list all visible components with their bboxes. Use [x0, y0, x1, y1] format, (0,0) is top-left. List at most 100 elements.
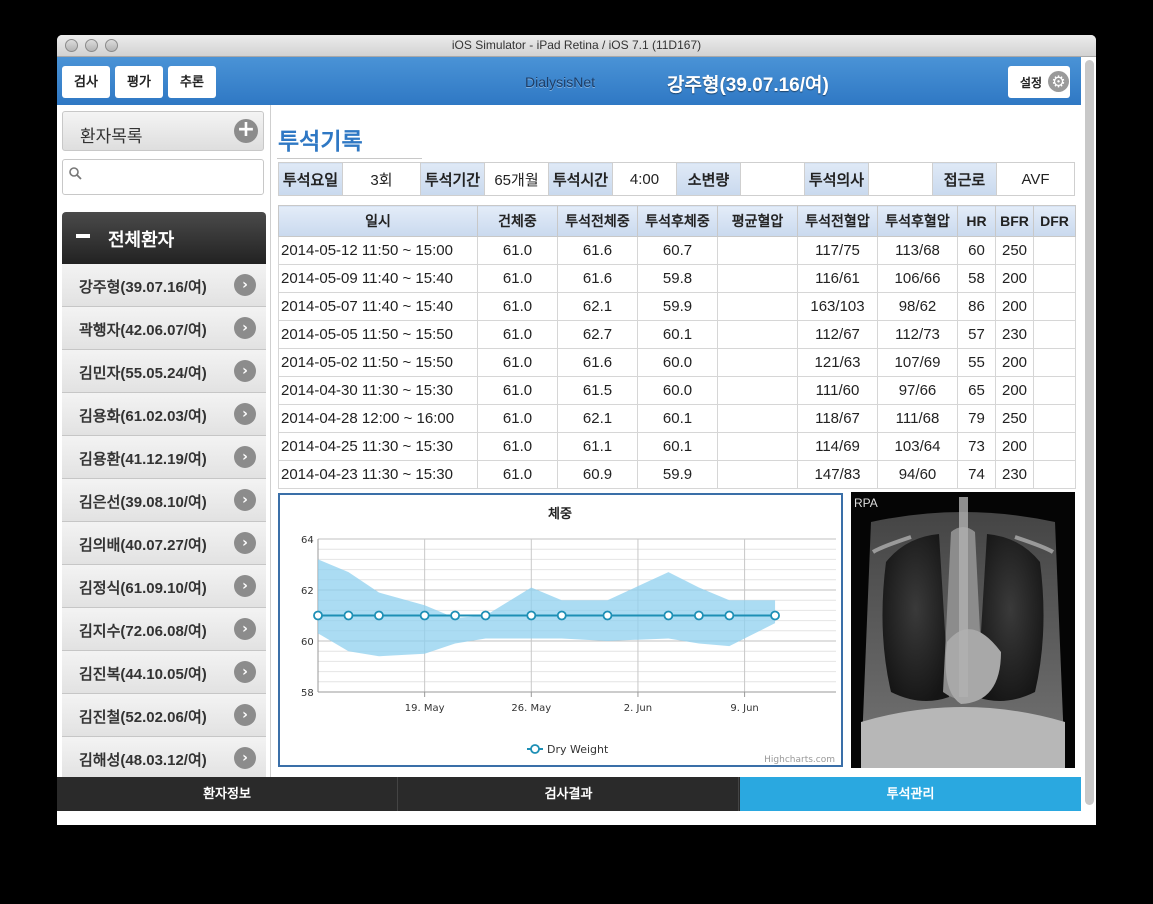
- patient-list-item[interactable]: 김진복(44.10.05/여) ›: [62, 651, 266, 694]
- tab-dialysis-management[interactable]: 투석관리: [740, 777, 1081, 811]
- table-cell: 94/60: [877, 460, 958, 489]
- chevron-right-icon[interactable]: ›: [234, 403, 256, 425]
- patient-name: 곽행자(42.06.07/여): [79, 322, 207, 339]
- add-patient-icon[interactable]: +: [234, 119, 258, 143]
- patient-list-item[interactable]: 김진철(52.02.06/여) ›: [62, 694, 266, 737]
- column-header[interactable]: HR: [957, 205, 996, 237]
- column-header[interactable]: BFR: [995, 205, 1034, 237]
- column-header[interactable]: 투석후혈압: [877, 205, 958, 237]
- patient-list: 강주형(39.07.16/여) › 곽행자(42.06.07/여) › 김민자(55.0…: [62, 264, 266, 777]
- column-header[interactable]: 투석전체중: [557, 205, 638, 237]
- patient-list-item[interactable]: 김용화(61.02.03/여) ›: [62, 393, 266, 436]
- table-cell: 61.0: [477, 376, 558, 405]
- table-row[interactable]: 2014-05-12 11:50 ~ 15:00 61.0 61.6 60.7 117/…: [278, 236, 1076, 265]
- dry-weight-point: [374, 610, 384, 621]
- tab-patient-info[interactable]: 환자정보: [57, 777, 398, 811]
- chevron-right-icon[interactable]: ›: [234, 489, 256, 511]
- patient-list-item[interactable]: 김용환(41.12.19/여) ›: [62, 436, 266, 479]
- chevron-right-icon[interactable]: ›: [234, 747, 256, 769]
- window-title: iOS Simulator - iPad Retina / iOS 7.1 (1…: [451, 38, 702, 52]
- search-icon: [69, 167, 82, 184]
- patient-list-item[interactable]: 김은선(39.08.10/여) ›: [62, 479, 266, 522]
- summary-key: 투석의사: [804, 162, 869, 196]
- evaluation-button[interactable]: 평가: [115, 66, 163, 98]
- summary-value: AVF: [996, 162, 1075, 196]
- table-row[interactable]: 2014-05-02 11:50 ~ 15:50 61.0 61.6 60.0 121/…: [278, 348, 1076, 377]
- table-cell: 118/67: [797, 404, 878, 433]
- patient-name: 강주형(39.07.16/여): [79, 279, 207, 296]
- table-cell: 60.7: [637, 236, 718, 265]
- summary-key: 투석기간: [420, 162, 485, 196]
- patient-search-input[interactable]: [89, 166, 259, 188]
- table-cell: 2014-04-23 11:30 ~ 15:30: [278, 460, 478, 489]
- patient-list-item[interactable]: 김해성(48.03.12/여) ›: [62, 737, 266, 777]
- dry-weight-point: [556, 610, 567, 621]
- chevron-right-icon[interactable]: ›: [234, 532, 256, 554]
- table-row[interactable]: 2014-04-23 11:30 ~ 15:30 61.0 60.9 59.9 147/…: [278, 460, 1076, 489]
- table-cell: 60.1: [637, 404, 718, 433]
- column-header[interactable]: 투석후체중: [637, 205, 718, 237]
- dry-weight-point: [663, 610, 674, 621]
- chevron-right-icon[interactable]: ›: [234, 274, 256, 296]
- patient-name: 김용화(61.02.03/여): [79, 408, 207, 425]
- column-header[interactable]: 일시: [278, 205, 478, 237]
- chevron-right-icon[interactable]: ›: [234, 575, 256, 597]
- patient-name: 김용환(41.12.19/여): [79, 451, 207, 468]
- table-row[interactable]: 2014-04-30 11:30 ~ 15:30 61.0 61.5 60.0 111/…: [278, 376, 1076, 405]
- tab-exam-results[interactable]: 검사결과: [399, 777, 739, 811]
- settings-button[interactable]: 설정 ⚙: [1008, 66, 1070, 98]
- table-cell: 111/68: [877, 404, 958, 433]
- xray-label: RPA: [854, 496, 878, 510]
- window-scrollbar[interactable]: [1085, 60, 1094, 805]
- table-cell: [1033, 376, 1076, 405]
- table-cell: 61.6: [557, 264, 638, 293]
- table-cell: [717, 376, 798, 405]
- patient-list-item[interactable]: 강주형(39.07.16/여) ›: [62, 264, 266, 307]
- table-cell: [717, 432, 798, 461]
- table-cell: 60.0: [637, 348, 718, 377]
- table-cell: [1033, 264, 1076, 293]
- patient-group-label: 전체환자: [108, 230, 175, 250]
- chevron-right-icon[interactable]: ›: [234, 360, 256, 382]
- chevron-right-icon[interactable]: ›: [234, 618, 256, 640]
- patient-name: 김해성(48.03.12/여): [79, 752, 207, 769]
- table-cell: 73: [957, 432, 996, 461]
- table-row[interactable]: 2014-04-28 12:00 ~ 16:00 61.0 62.1 60.1 118/…: [278, 404, 1076, 433]
- table-cell: 61.0: [477, 348, 558, 377]
- chart-title: 체중: [548, 507, 572, 522]
- summary-value: 65개월: [484, 162, 549, 196]
- patient-list-item[interactable]: 곽행자(42.06.07/여) ›: [62, 307, 266, 350]
- gear-icon: ⚙: [1048, 71, 1069, 92]
- table-cell: 2014-05-02 11:50 ~ 15:50: [278, 348, 478, 377]
- patient-list-item[interactable]: 김지수(72.06.08/여) ›: [62, 608, 266, 651]
- table-row[interactable]: 2014-04-25 11:30 ~ 15:30 61.0 61.1 60.1 114/…: [278, 432, 1076, 461]
- table-cell: 112/67: [797, 320, 878, 349]
- table-cell: 200: [995, 432, 1034, 461]
- chevron-right-icon[interactable]: ›: [234, 661, 256, 683]
- exam-button[interactable]: 검사: [62, 66, 110, 98]
- table-cell: 61.6: [557, 348, 638, 377]
- x-tick-label: 2. Jun: [624, 703, 652, 714]
- inference-button[interactable]: 추론: [168, 66, 216, 98]
- table-cell: [1033, 460, 1076, 489]
- table-cell: 61.0: [477, 292, 558, 321]
- dry-weight-point: [526, 610, 537, 621]
- table-cell: 250: [995, 236, 1034, 265]
- patient-list-item[interactable]: 김의배(40.07.27/여) ›: [62, 522, 266, 565]
- patient-list-item[interactable]: 김정식(61.09.10/여) ›: [62, 565, 266, 608]
- chevron-right-icon[interactable]: ›: [234, 317, 256, 339]
- table-row[interactable]: 2014-05-05 11:50 ~ 15:50 61.0 62.7 60.1 112/…: [278, 320, 1076, 349]
- column-header[interactable]: 건체중: [477, 205, 558, 237]
- table-row[interactable]: 2014-05-07 11:40 ~ 15:40 61.0 62.1 59.9 163/…: [278, 292, 1076, 321]
- column-header[interactable]: 투석전혈압: [797, 205, 878, 237]
- table-cell: [717, 292, 798, 321]
- table-row[interactable]: 2014-05-09 11:40 ~ 15:40 61.0 61.6 59.8 116/…: [278, 264, 1076, 293]
- patient-group-all[interactable]: 전체환자: [62, 212, 266, 264]
- chevron-right-icon[interactable]: ›: [234, 704, 256, 726]
- table-cell: 57: [957, 320, 996, 349]
- chest-xray-image[interactable]: RPA: [851, 492, 1075, 768]
- column-header[interactable]: 평균혈압: [717, 205, 798, 237]
- column-header[interactable]: DFR: [1033, 205, 1076, 237]
- chevron-right-icon[interactable]: ›: [234, 446, 256, 468]
- patient-list-item[interactable]: 김민자(55.05.24/여) ›: [62, 350, 266, 393]
